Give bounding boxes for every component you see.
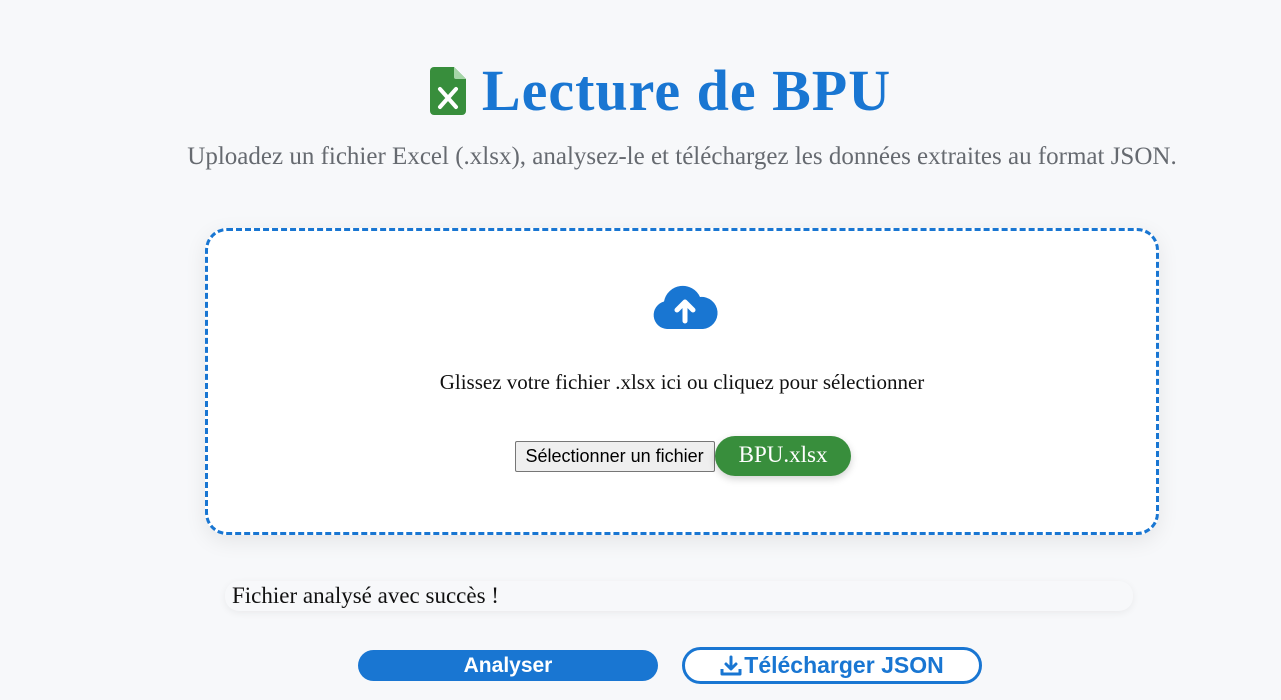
file-select-row: Sélectionner un fichier BPU.xlsx [208,436,1156,476]
page-subtitle: Uploadez un fichier Excel (.xlsx), analy… [187,143,1177,170]
download-json-button[interactable]: Télécharger JSON [682,647,982,684]
header: Lecture de BPU [0,62,1281,120]
excel-file-icon [429,67,466,115]
page-title: Lecture de BPU [481,58,892,123]
dropzone-instruction: Glissez votre fichier .xlsx ici ou cliqu… [439,370,925,394]
title-wrap: Lecture de BPU [429,58,892,123]
download-json-label: Télécharger JSON [744,652,944,678]
selected-file-badge: BPU.xlsx [714,436,852,476]
file-dropzone[interactable]: Glissez votre fichier .xlsx ici ou cliqu… [205,228,1159,535]
select-file-button[interactable]: Sélectionner un fichier [514,440,715,472]
analyze-button[interactable]: Analyser [358,650,658,681]
cloud-upload-icon [653,285,718,329]
page: Lecture de BPU Uploadez un fichier Excel… [0,0,1281,700]
download-icon [720,655,742,675]
status-message: Fichier analysé avec succès ! [225,581,1133,611]
